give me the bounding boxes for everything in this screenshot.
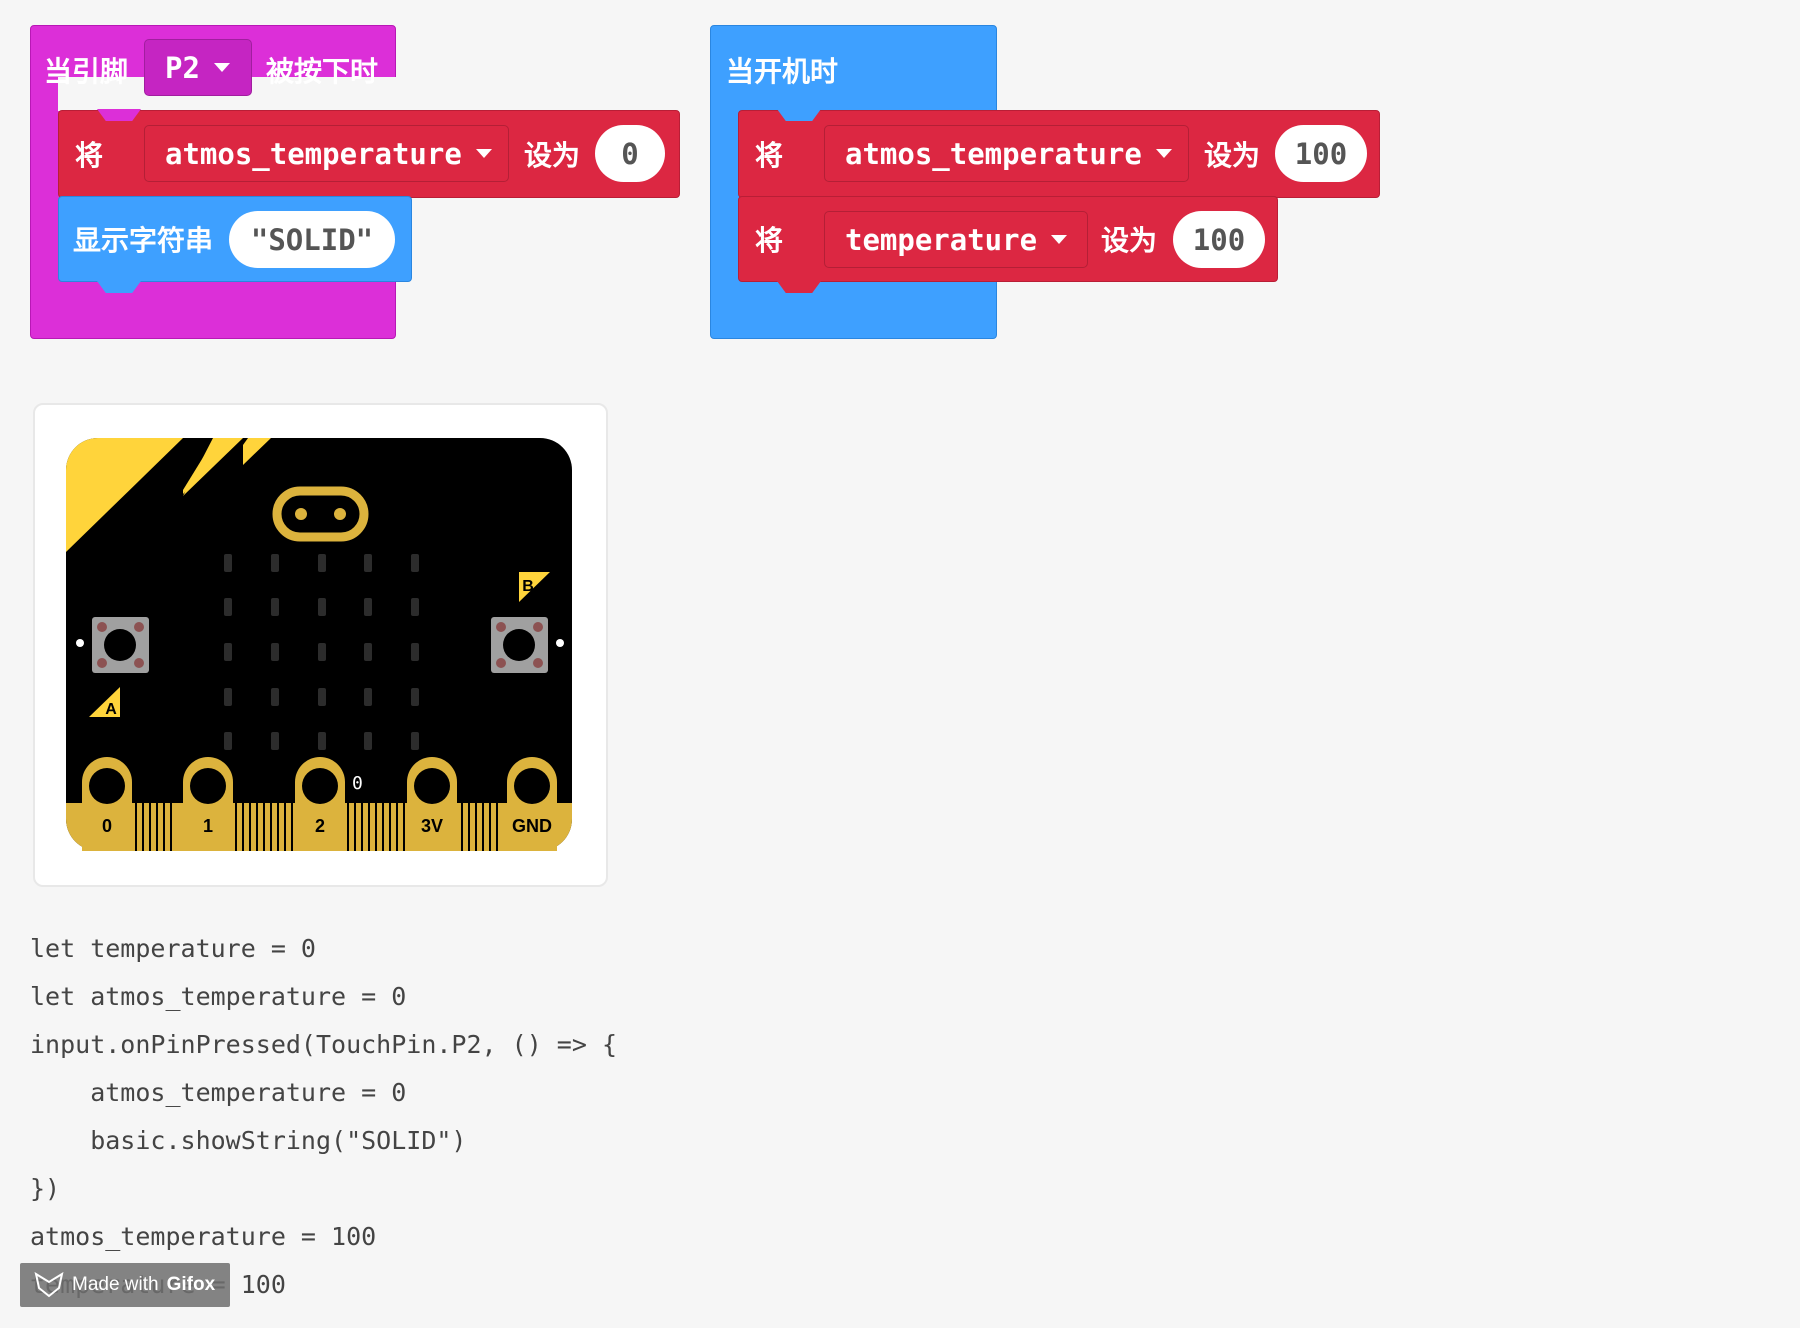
pin-label-2: 2: [315, 816, 325, 836]
javascript-code: let temperature = 0 let atmos_temperature…: [30, 925, 617, 1309]
fox-logo-icon: [34, 1272, 64, 1298]
code-line: atmos_temperature = 100: [30, 1222, 377, 1251]
code-line: basic.showString("SOLID"): [30, 1126, 467, 1155]
pin-3v[interactable]: 3V: [407, 757, 457, 851]
badge-brand: Gifox: [166, 1274, 216, 1295]
button-a-label: A: [105, 701, 117, 718]
pin-label-1: 1: [203, 816, 213, 836]
pin-1[interactable]: 1: [183, 757, 233, 851]
pin-label-0: 0: [102, 816, 112, 836]
pin-0[interactable]: 0: [82, 757, 132, 851]
badge-prefix: Made with: [72, 1274, 159, 1295]
pin-label-gnd: GND: [512, 816, 552, 836]
code-line: let temperature = 0: [30, 934, 316, 963]
pin-gnd[interactable]: GND: [507, 757, 557, 851]
made-with-gifox-badge: Made with Gifox: [20, 1263, 230, 1307]
code-line: }): [30, 1174, 61, 1203]
pin-2[interactable]: 2: [295, 757, 345, 851]
button-b-label: B: [522, 578, 534, 595]
code-line: input.onPinPressed(TouchPin.P2, () => {: [30, 1030, 617, 1059]
code-line: atmos_temperature = 0: [30, 1078, 407, 1107]
pin-label-3v: 3V: [421, 816, 443, 836]
code-line: let atmos_temperature = 0: [30, 982, 407, 1011]
pin2-value: 0: [352, 773, 363, 794]
